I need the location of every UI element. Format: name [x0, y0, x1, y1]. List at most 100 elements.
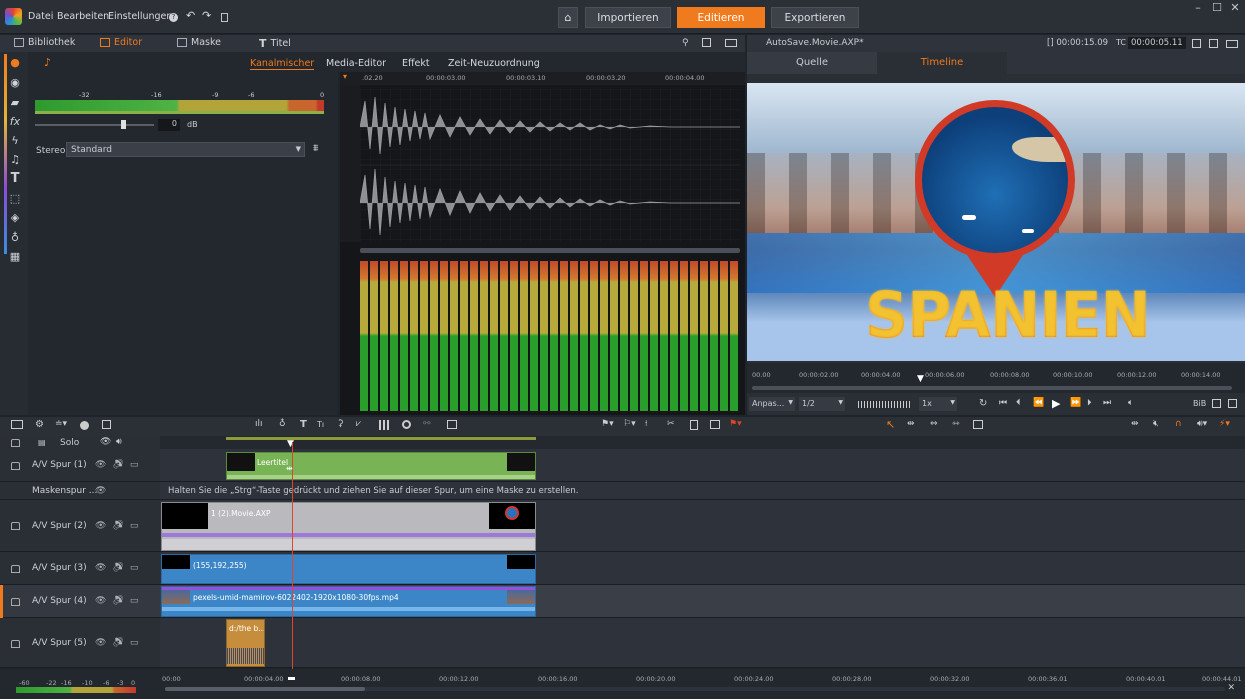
fullscreen-icon[interactable] [1226, 40, 1238, 48]
eye-icon[interactable]: 👁︎ [100, 437, 111, 447]
jog-wheel[interactable] [858, 401, 912, 408]
solo-icon[interactable]: ▤ [38, 438, 46, 447]
audio-mixer-tool-icon[interactable]: ● [8, 56, 22, 70]
image-icon[interactable] [447, 420, 457, 429]
mode-editieren[interactable]: Editieren [677, 7, 765, 28]
track-lane-3[interactable]: (155,192,255) [160, 552, 1245, 585]
tab-titel[interactable]: T Titel [259, 37, 291, 50]
stereo-select[interactable]: Standard ▼ [66, 142, 305, 157]
tab-timeline[interactable]: Timeline [877, 52, 1007, 74]
speaker-icon[interactable]: 🔊︎ [116, 437, 122, 447]
tab-kanalmischer[interactable]: Kanalmischer [250, 58, 315, 70]
layers-icon[interactable]: ◈ [8, 211, 22, 225]
fit-select[interactable]: Anpas... ▼ [749, 397, 795, 411]
lightning-icon[interactable]: ϟ [8, 134, 22, 148]
playhead-marker-icon[interactable]: ▾ [343, 72, 347, 81]
magnet-icon[interactable]: ∩ [1175, 419, 1182, 429]
menu-bearbeiten[interactable]: Bearbeiten [57, 11, 109, 22]
volume-icon[interactable]: 🔈︎ [1128, 398, 1133, 408]
pin-icon[interactable]: ⚲ [682, 38, 689, 48]
track-lane-2[interactable]: 1 (2).Movie.AXP [160, 500, 1245, 552]
track-controls[interactable]: 👁︎🔊︎▭ [95, 521, 144, 531]
minimize-icon[interactable]: – [1189, 1, 1207, 14]
wave-icon[interactable]: ⩗ [356, 419, 361, 429]
track-lane-mask[interactable]: Halten Sie die „Strg“-Taste gedrückt und… [160, 482, 1245, 500]
marker-icon[interactable]: ⚑▾ [601, 419, 614, 429]
track-controls[interactable]: 👁︎🔊︎▭ [95, 563, 144, 573]
text-tool-icon[interactable]: T [8, 172, 22, 186]
fit-timeline-icon[interactable] [973, 420, 983, 429]
track-controls[interactable]: 👁︎🔊︎▭ [95, 596, 144, 606]
zoom-icon[interactable]: ⇹ [1131, 419, 1139, 429]
clip-color[interactable]: (155,192,255) [161, 554, 536, 584]
redo-icon[interactable]: ↷ [202, 9, 211, 22]
home-button[interactable]: ⌂ [558, 7, 578, 28]
track-controls[interactable]: 👁︎🔊︎▭ [95, 460, 144, 470]
track-lane-4[interactable]: pexels-umid-mamirov-6022402-1920x1080-30… [160, 585, 1245, 618]
track-name[interactable]: Maskenspur ... [32, 486, 97, 496]
mode-importieren[interactable]: Importieren [585, 7, 671, 28]
float-icon[interactable] [702, 38, 711, 47]
panel-layout-icon[interactable] [725, 39, 737, 47]
document-icon[interactable] [221, 13, 228, 22]
lock-icon[interactable] [11, 462, 20, 470]
mic-icon[interactable]: ⚳ [337, 419, 344, 429]
tab-editor[interactable]: Editor [100, 37, 142, 48]
rewind-icon[interactable]: ⏪ [1033, 398, 1044, 408]
camera-icon[interactable] [710, 420, 720, 429]
fullscreen-preview-icon[interactable] [1228, 399, 1237, 408]
lock-icon[interactable] [11, 522, 20, 530]
color-wheel-icon[interactable]: ◉ [8, 76, 22, 90]
track-options-icon[interactable]: ≐▾ [55, 419, 67, 429]
close-icon[interactable]: ✕ [1226, 1, 1244, 14]
audio-scrub-icon[interactable]: 🔊︎▾ [1197, 419, 1207, 429]
track-lane-1[interactable]: Leertitel [160, 449, 1245, 482]
menu-datei[interactable]: Datei [28, 11, 53, 22]
mute-icon[interactable]: 🔇︎ [1153, 419, 1159, 429]
speed-select[interactable]: 1x ▼ [919, 397, 957, 411]
loop-icon[interactable]: ↻ [979, 398, 987, 409]
timeline-scrollbar-thumb[interactable] [165, 687, 365, 691]
wave-scrollbar[interactable] [360, 248, 740, 253]
clip-movie[interactable]: 1 (2).Movie.AXP [161, 502, 536, 551]
close-timeline-icon[interactable]: ✕ [1227, 683, 1235, 693]
tab-media-editor[interactable]: Media-Editor [326, 58, 386, 69]
slip-icon[interactable]: ⇔ [930, 419, 938, 429]
scrubber-handle-icon[interactable]: ▼ [917, 374, 924, 384]
eye-icon[interactable]: 👁︎ [95, 486, 106, 496]
clip-video[interactable]: pexels-umid-mamirov-6022402-1920x1080-30… [161, 586, 536, 617]
record-icon[interactable] [80, 421, 89, 430]
split-icon[interactable]: ⟊ [645, 419, 647, 429]
track-name[interactable]: A/V Spur (1) [32, 460, 87, 470]
settings-icon[interactable]: ⚙ [35, 419, 44, 430]
play-icon[interactable]: ▶ [1052, 397, 1060, 410]
stabilize-icon[interactable]: ♁ [279, 419, 286, 429]
track-controls[interactable]: 👁︎🔊︎▭ [95, 638, 144, 648]
lock-icon[interactable] [11, 640, 20, 648]
work-area-bar[interactable] [226, 437, 536, 440]
tab-bibliothek[interactable]: Bibliothek [14, 37, 75, 48]
track-name[interactable]: A/V Spur (2) [32, 521, 87, 531]
layout-icon[interactable] [11, 420, 23, 429]
bib-label[interactable]: BiB [1193, 399, 1206, 408]
menu-einstellungen[interactable]: Einstellungen [108, 11, 172, 22]
surround-icon[interactable]: ⩩ [313, 143, 318, 154]
clip-leertitel[interactable]: Leertitel [226, 452, 536, 480]
mode-exportieren[interactable]: Exportieren [771, 7, 859, 28]
lock-icon[interactable] [11, 598, 20, 606]
gain-value-field[interactable]: 0 [158, 119, 180, 131]
track-name[interactable]: A/V Spur (5) [32, 638, 87, 648]
track-name[interactable]: A/V Spur (3) [32, 563, 87, 573]
fx-icon[interactable]: fx [8, 115, 22, 129]
pointer-icon[interactable]: ↖ [886, 418, 895, 431]
forward-icon[interactable]: ⏩ [1070, 398, 1081, 408]
slide-icon[interactable]: ⇿ [952, 419, 960, 429]
ripple-icon[interactable]: ⇹ [907, 419, 915, 429]
go-end-icon[interactable]: ⏭ [1103, 398, 1111, 408]
clip-audio[interactable]: d:/the b... [226, 619, 265, 667]
music-icon[interactable]: ♫ [8, 153, 22, 167]
title-tool-icon[interactable]: T [300, 419, 307, 430]
float-preview-icon[interactable] [1209, 39, 1218, 48]
resolution-select[interactable]: 1/2 ▼ [799, 397, 845, 411]
expand-icon[interactable] [1212, 399, 1221, 408]
